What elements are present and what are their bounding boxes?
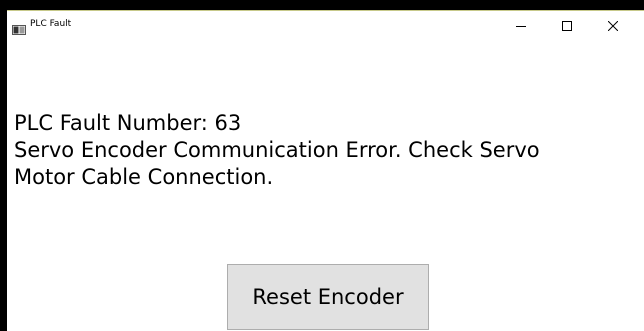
minimize-icon <box>516 26 526 27</box>
title-bar[interactable]: PLC Fault <box>7 11 644 41</box>
fault-description-line-1: Servo Encoder Communication Error. Check… <box>14 138 540 162</box>
window-title: PLC Fault <box>30 19 72 29</box>
maximize-button[interactable] <box>544 11 590 41</box>
app-icon <box>12 20 26 35</box>
fault-description-line-2: Motor Cable Connection. <box>14 165 274 189</box>
minimize-button[interactable] <box>498 11 544 41</box>
close-icon <box>608 21 618 31</box>
fault-number-label: PLC Fault Number: 63 <box>14 111 242 135</box>
plc-fault-window: PLC Fault PLC Fault Number: 63 Servo Enc… <box>7 10 644 331</box>
close-button[interactable] <box>590 11 636 41</box>
reset-encoder-button[interactable]: Reset Encoder <box>227 264 429 330</box>
maximize-icon <box>562 21 572 31</box>
fault-message: PLC Fault Number: 63 Servo Encoder Commu… <box>14 110 644 191</box>
